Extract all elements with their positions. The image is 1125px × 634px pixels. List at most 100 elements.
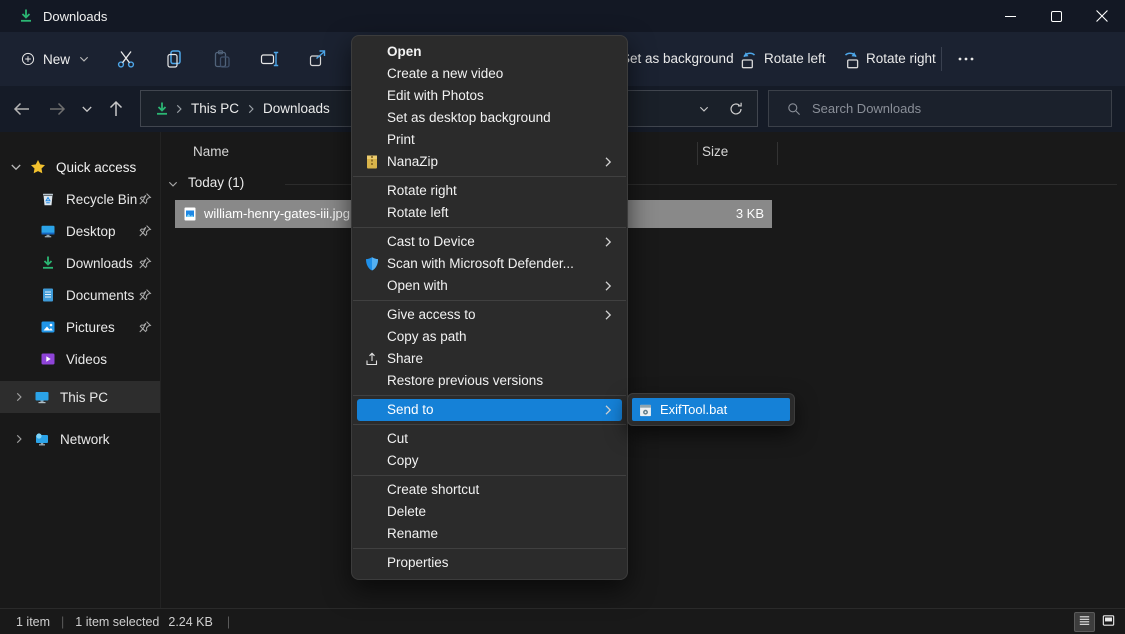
sidebar-item-this-pc[interactable]: This PC <box>0 381 160 413</box>
context-menu-item-label: Set as desktop background <box>387 110 551 125</box>
group-collapse-icon[interactable] <box>166 177 180 191</box>
minimize-icon <box>1005 11 1016 22</box>
chevron-right-icon <box>600 154 616 170</box>
title-bar: Downloads <box>0 0 1125 32</box>
context-menu-item-properties[interactable]: Properties <box>357 552 622 574</box>
breadcrumb-this-pc[interactable]: This PC <box>188 101 242 116</box>
status-bar: 1 item | 1 item selected 2.24 KB | <box>0 608 1125 634</box>
forward-button[interactable] <box>47 99 67 119</box>
sidebar-item-documents[interactable]: Documents <box>0 279 160 311</box>
videos-icon <box>40 351 56 367</box>
recycle-bin-icon <box>40 191 56 207</box>
context-menu-item-scan-with-microsoft-defender[interactable]: Scan with Microsoft Defender... <box>357 253 622 275</box>
sidebar-item-downloads[interactable]: Downloads <box>0 247 160 279</box>
pin-icon <box>138 320 152 334</box>
new-button[interactable]: New <box>10 45 101 73</box>
file-size: 3 KB <box>736 206 764 221</box>
context-menu: OpenCreate a new videoEdit with Photos Se… <box>351 35 628 580</box>
context-menu-item-label: Open with <box>387 278 448 293</box>
sidebar-item-label: Documents <box>66 288 134 303</box>
context-menu-item-label: Copy as path <box>387 329 467 344</box>
rotate-right-button[interactable]: Rotate right <box>866 32 936 86</box>
context-menu-item-cut[interactable]: Cut <box>357 428 622 450</box>
status-divider: | <box>61 615 64 629</box>
chevron-right-icon <box>12 390 26 404</box>
sidebar-item-label: Videos <box>66 352 107 367</box>
address-dropdown-button[interactable] <box>697 102 711 116</box>
group-header[interactable]: Today (1) <box>188 175 244 190</box>
context-menu-item-cast-to-device[interactable]: Cast to Device <box>357 231 622 253</box>
context-menu-item-create-shortcut[interactable]: Create shortcut <box>357 479 622 501</box>
chevron-down-icon <box>8 159 24 175</box>
sidebar-item-desktop[interactable]: Desktop <box>0 215 160 247</box>
back-button[interactable] <box>12 99 32 119</box>
column-header-name[interactable]: Name <box>193 144 229 159</box>
sidebar-item-videos[interactable]: Videos <box>0 343 160 375</box>
context-menu-item-label: Cut <box>387 431 408 446</box>
context-menu-item-create-a-new-video[interactable]: Create a new video <box>357 63 622 85</box>
window-title: Downloads <box>43 9 107 24</box>
context-menu-item-label: Delete <box>387 504 426 519</box>
submenu-item-exiftool-bat[interactable]: ExifTool.bat <box>632 398 790 421</box>
context-menu-item-label: Restore previous versions <box>387 373 543 388</box>
column-divider[interactable] <box>777 142 778 165</box>
details-view-button[interactable] <box>1074 612 1095 632</box>
paste-button[interactable] <box>211 48 233 70</box>
context-menu-item-label: Rotate left <box>387 205 449 220</box>
column-header-size[interactable]: Size <box>702 144 728 159</box>
share-button[interactable] <box>307 48 329 70</box>
context-menu-item-nanazip[interactable]: NanaZip <box>357 151 622 173</box>
sidebar-item-quick-access[interactable]: Quick access <box>0 151 160 183</box>
column-divider[interactable] <box>697 142 698 165</box>
chevron-right-icon <box>172 102 186 116</box>
sidebar-item-label: Recycle Bin <box>66 192 137 207</box>
search-input[interactable] <box>812 101 1111 116</box>
sidebar-item-recycle-bin[interactable]: Recycle Bin <box>0 183 160 215</box>
up-button[interactable] <box>106 99 126 119</box>
chevron-right-icon <box>12 432 26 446</box>
search-icon <box>786 101 802 117</box>
send-to-submenu: ExifTool.bat <box>627 393 795 426</box>
set-as-background-button[interactable]: Set as background <box>621 32 734 86</box>
pin-icon <box>138 192 152 206</box>
close-icon <box>1096 10 1108 22</box>
context-menu-item-open-with[interactable]: Open with <box>357 275 622 297</box>
sidebar-item-pictures[interactable]: Pictures <box>0 311 160 343</box>
context-menu-item-copy-as-path[interactable]: Copy as path <box>357 326 622 348</box>
context-menu-item-open[interactable]: Open <box>357 41 622 63</box>
new-button-label: New <box>43 52 70 67</box>
context-menu-item-rotate-left[interactable]: Rotate left <box>357 202 622 224</box>
context-menu-item-share[interactable]: Share <box>357 348 622 370</box>
breadcrumb-downloads[interactable]: Downloads <box>260 101 333 116</box>
refresh-button[interactable] <box>728 101 744 117</box>
thumbnail-view-button[interactable] <box>1098 612 1119 632</box>
context-menu-item-edit-with-photos[interactable]: Edit with Photos <box>357 85 622 107</box>
more-options-button[interactable] <box>955 48 977 70</box>
chevron-right-icon <box>600 402 616 418</box>
cut-button[interactable] <box>115 48 137 70</box>
rotate-left-button[interactable]: Rotate left <box>764 32 826 86</box>
context-menu-item-give-access-to[interactable]: Give access to <box>357 304 622 326</box>
maximize-button[interactable] <box>1033 0 1079 32</box>
sidebar-item-network[interactable]: Network <box>0 423 160 455</box>
context-menu-item-label: Create shortcut <box>387 482 479 497</box>
context-menu-item-set-as-desktop-background[interactable]: Set as desktop background <box>357 107 622 129</box>
context-menu-item-rename[interactable]: Rename <box>357 523 622 545</box>
plus-circle-icon <box>20 51 36 67</box>
downloads-icon <box>40 255 56 271</box>
pin-icon <box>138 224 152 238</box>
close-button[interactable] <box>1079 0 1125 32</box>
recent-locations-button[interactable] <box>79 101 95 117</box>
context-menu-item-restore-previous-versions[interactable]: Restore previous versions <box>357 370 622 392</box>
chevron-right-icon <box>244 102 258 116</box>
context-menu-item-delete[interactable]: Delete <box>357 501 622 523</box>
chevron-down-icon <box>77 52 91 66</box>
rename-button[interactable] <box>259 48 281 70</box>
copy-button[interactable] <box>163 48 185 70</box>
context-menu-item-rotate-right[interactable]: Rotate right <box>357 180 622 202</box>
context-menu-item-copy[interactable]: Copy <box>357 450 622 472</box>
context-menu-item-send-to[interactable]: Send to <box>357 399 622 421</box>
context-menu-item-print[interactable]: Print <box>357 129 622 151</box>
minimize-button[interactable] <box>987 0 1033 32</box>
pictures-icon <box>40 319 56 335</box>
